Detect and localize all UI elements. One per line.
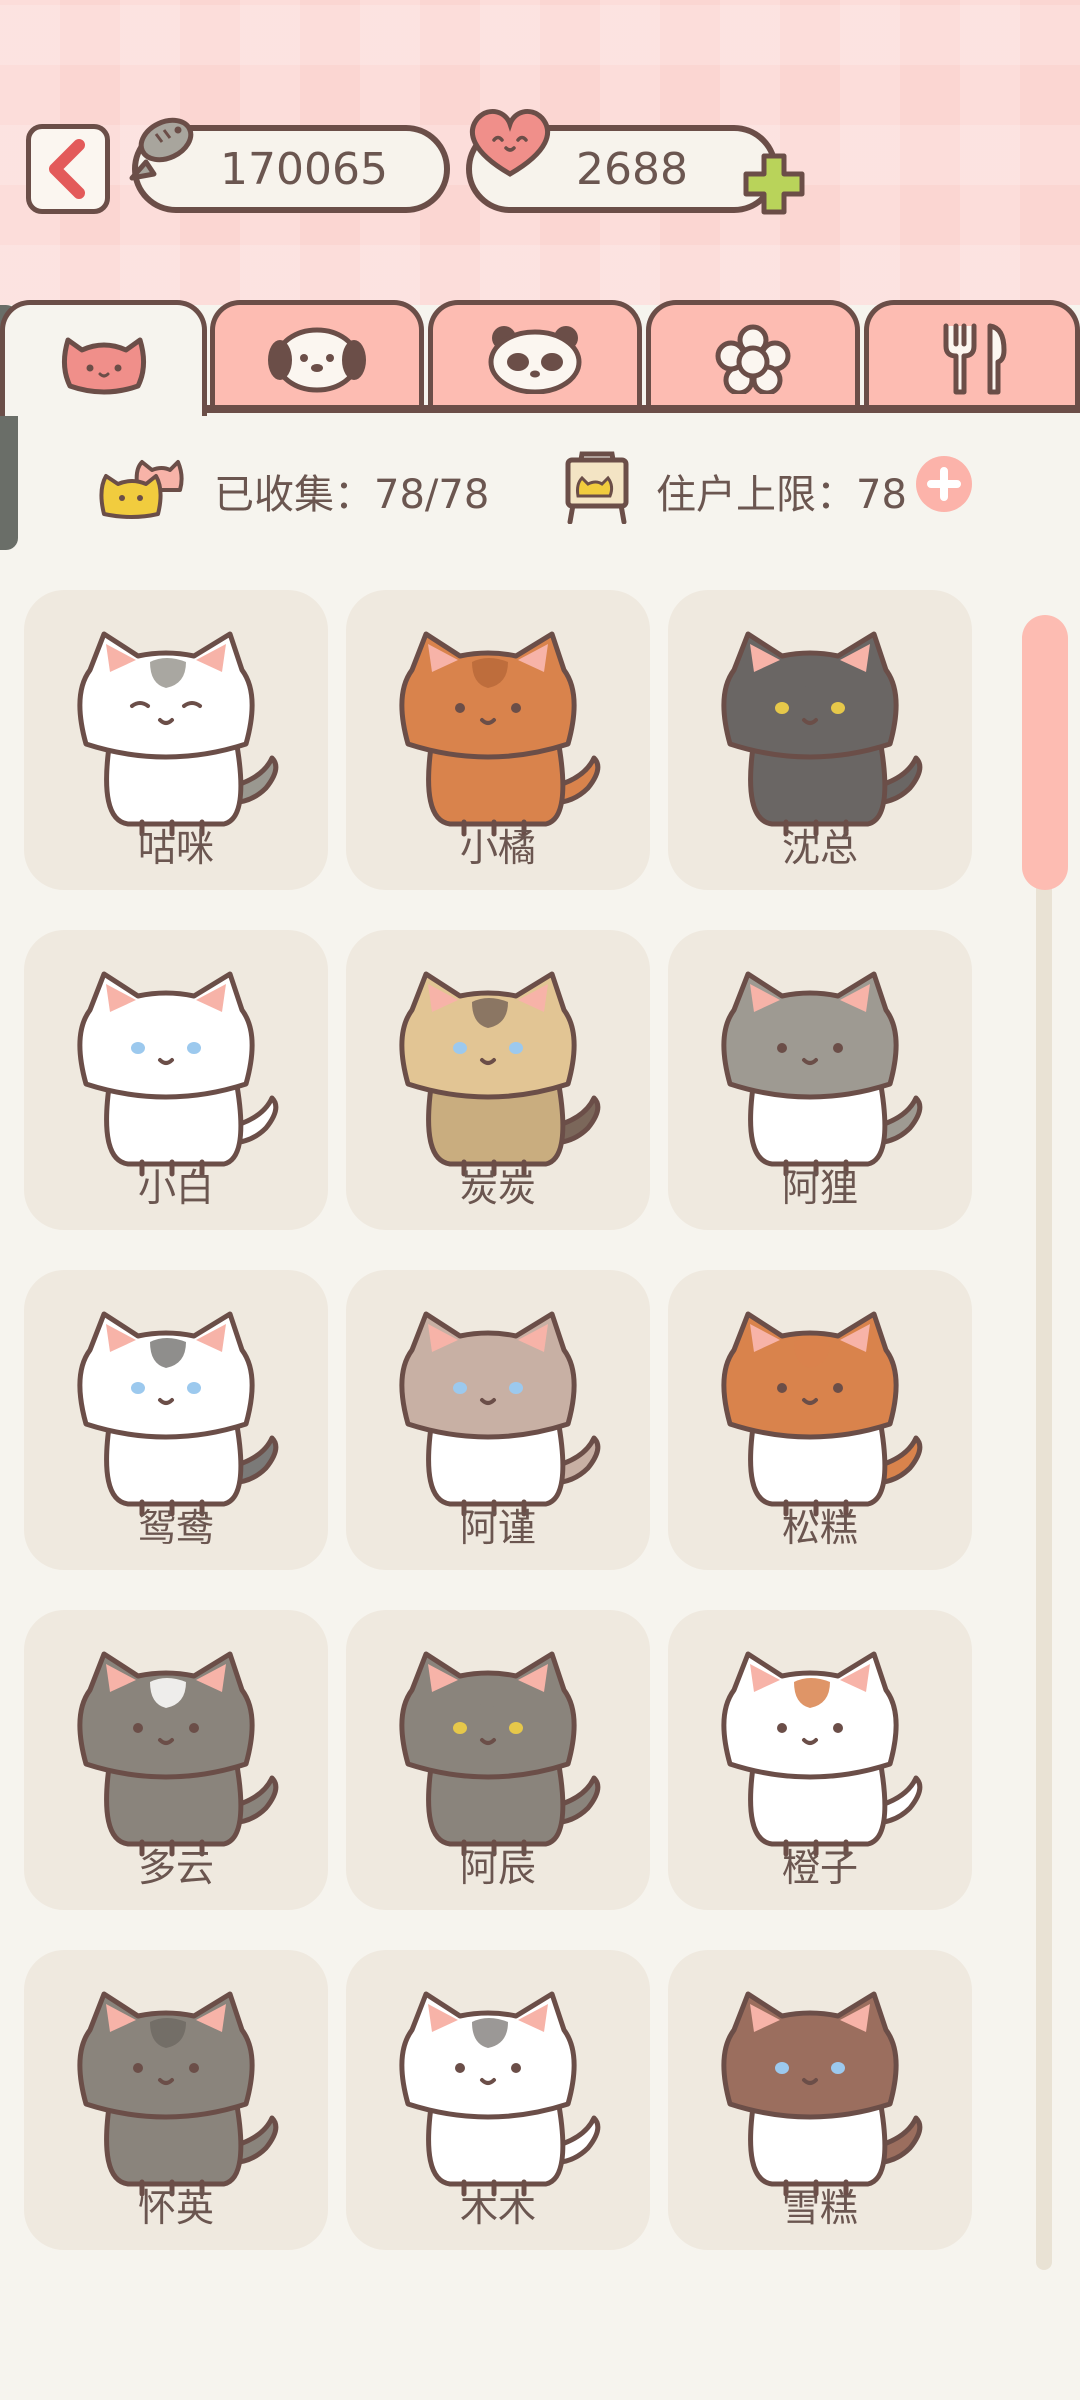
fish-icon — [129, 117, 194, 181]
plus-icon — [927, 467, 961, 501]
collected-count: 已收集：78/78 — [214, 472, 490, 518]
top-bar: 170065 2688 — [0, 0, 1080, 305]
cat-card[interactable]: 沈总 — [668, 590, 972, 890]
cat-portrait-icon — [399, 1651, 601, 1857]
cat-name: 阿辰 — [459, 1846, 536, 1890]
dog-face-icon — [268, 327, 366, 392]
cat-card[interactable]: 怀英 — [24, 1950, 328, 2250]
tab-flower[interactable] — [646, 300, 860, 412]
cat-card[interactable]: 咕咪 — [24, 590, 328, 890]
cat-portrait-icon — [77, 1311, 279, 1517]
cat-name: 小白 — [137, 1166, 214, 1210]
heart-count: 2688 — [576, 143, 688, 195]
cat-portrait-icon — [77, 971, 279, 1177]
cat-face-icon — [61, 337, 146, 394]
cat-portrait-icon — [77, 631, 279, 837]
back-arrow-icon — [49, 139, 85, 199]
cat-name: 小橘 — [459, 826, 536, 870]
cat-name: 怀英 — [137, 2186, 214, 2230]
heart-icon — [469, 108, 551, 177]
add-hearts-icon[interactable] — [740, 150, 808, 218]
cat-name: 阿狸 — [781, 1166, 858, 1210]
cat-card[interactable]: 雪糕 — [668, 1950, 972, 2250]
cat-card[interactable]: 阿狸 — [668, 930, 972, 1230]
cat-portrait-icon — [721, 1311, 923, 1517]
increase-capacity-button[interactable] — [916, 456, 972, 512]
flower-icon — [715, 324, 791, 394]
cat-card[interactable]: 阿辰 — [346, 1610, 650, 1910]
cat-card[interactable]: 松糕 — [668, 1270, 972, 1570]
scrollbar-thumb[interactable] — [1022, 615, 1068, 890]
category-tabs — [0, 300, 1080, 416]
tab-cat[interactable] — [0, 300, 207, 416]
cat-portrait-icon — [721, 1991, 923, 2197]
cat-name: 雪糕 — [781, 2186, 858, 2230]
cats-collected-icon — [99, 460, 184, 519]
cat-name: 咕咪 — [137, 826, 214, 870]
cat-name: 炭炭 — [459, 1166, 536, 1210]
cat-card[interactable]: 小白 — [24, 930, 328, 1230]
cat-portrait-icon — [399, 971, 601, 1177]
cat-portrait-icon — [721, 971, 923, 1177]
tab-underline — [205, 405, 1080, 413]
cat-portrait-icon — [77, 1651, 279, 1857]
fish-count: 170065 — [220, 143, 388, 195]
back-button[interactable] — [26, 124, 110, 214]
cat-card[interactable]: 鸳鸯 — [24, 1270, 328, 1570]
cat-name: 橙子 — [781, 1846, 858, 1890]
cat-card[interactable]: 木木 — [346, 1950, 650, 2250]
tab-panda[interactable] — [428, 300, 642, 412]
cat-card[interactable]: 多云 — [24, 1610, 328, 1910]
cat-portrait-icon — [721, 1651, 923, 1857]
cat-name: 阿谨 — [459, 1506, 536, 1550]
cat-portrait-icon — [399, 631, 601, 837]
cat-card[interactable]: 阿谨 — [346, 1270, 650, 1570]
cat-portrait-icon — [721, 631, 923, 837]
cat-name: 松糕 — [781, 1506, 858, 1550]
cat-card[interactable]: 橙子 — [668, 1610, 972, 1910]
cat-name: 沈总 — [781, 826, 858, 870]
tab-food[interactable] — [864, 300, 1080, 412]
tab-dog[interactable] — [210, 300, 424, 412]
panda-face-icon — [488, 325, 582, 394]
cat-card[interactable]: 小橘 — [346, 590, 650, 890]
cat-name: 木木 — [459, 2186, 536, 2230]
signboard-icon — [565, 451, 629, 524]
fork-spoon-icon — [943, 323, 1007, 394]
cat-name: 多云 — [137, 1846, 214, 1890]
cat-portrait-icon — [399, 1991, 601, 2197]
cat-card[interactable]: 炭炭 — [346, 930, 650, 1230]
capacity-limit: 住户上限：78 — [656, 472, 907, 518]
cat-portrait-icon — [77, 1991, 279, 2197]
cat-portrait-icon — [399, 1311, 601, 1517]
cat-name: 鸳鸯 — [137, 1506, 214, 1550]
